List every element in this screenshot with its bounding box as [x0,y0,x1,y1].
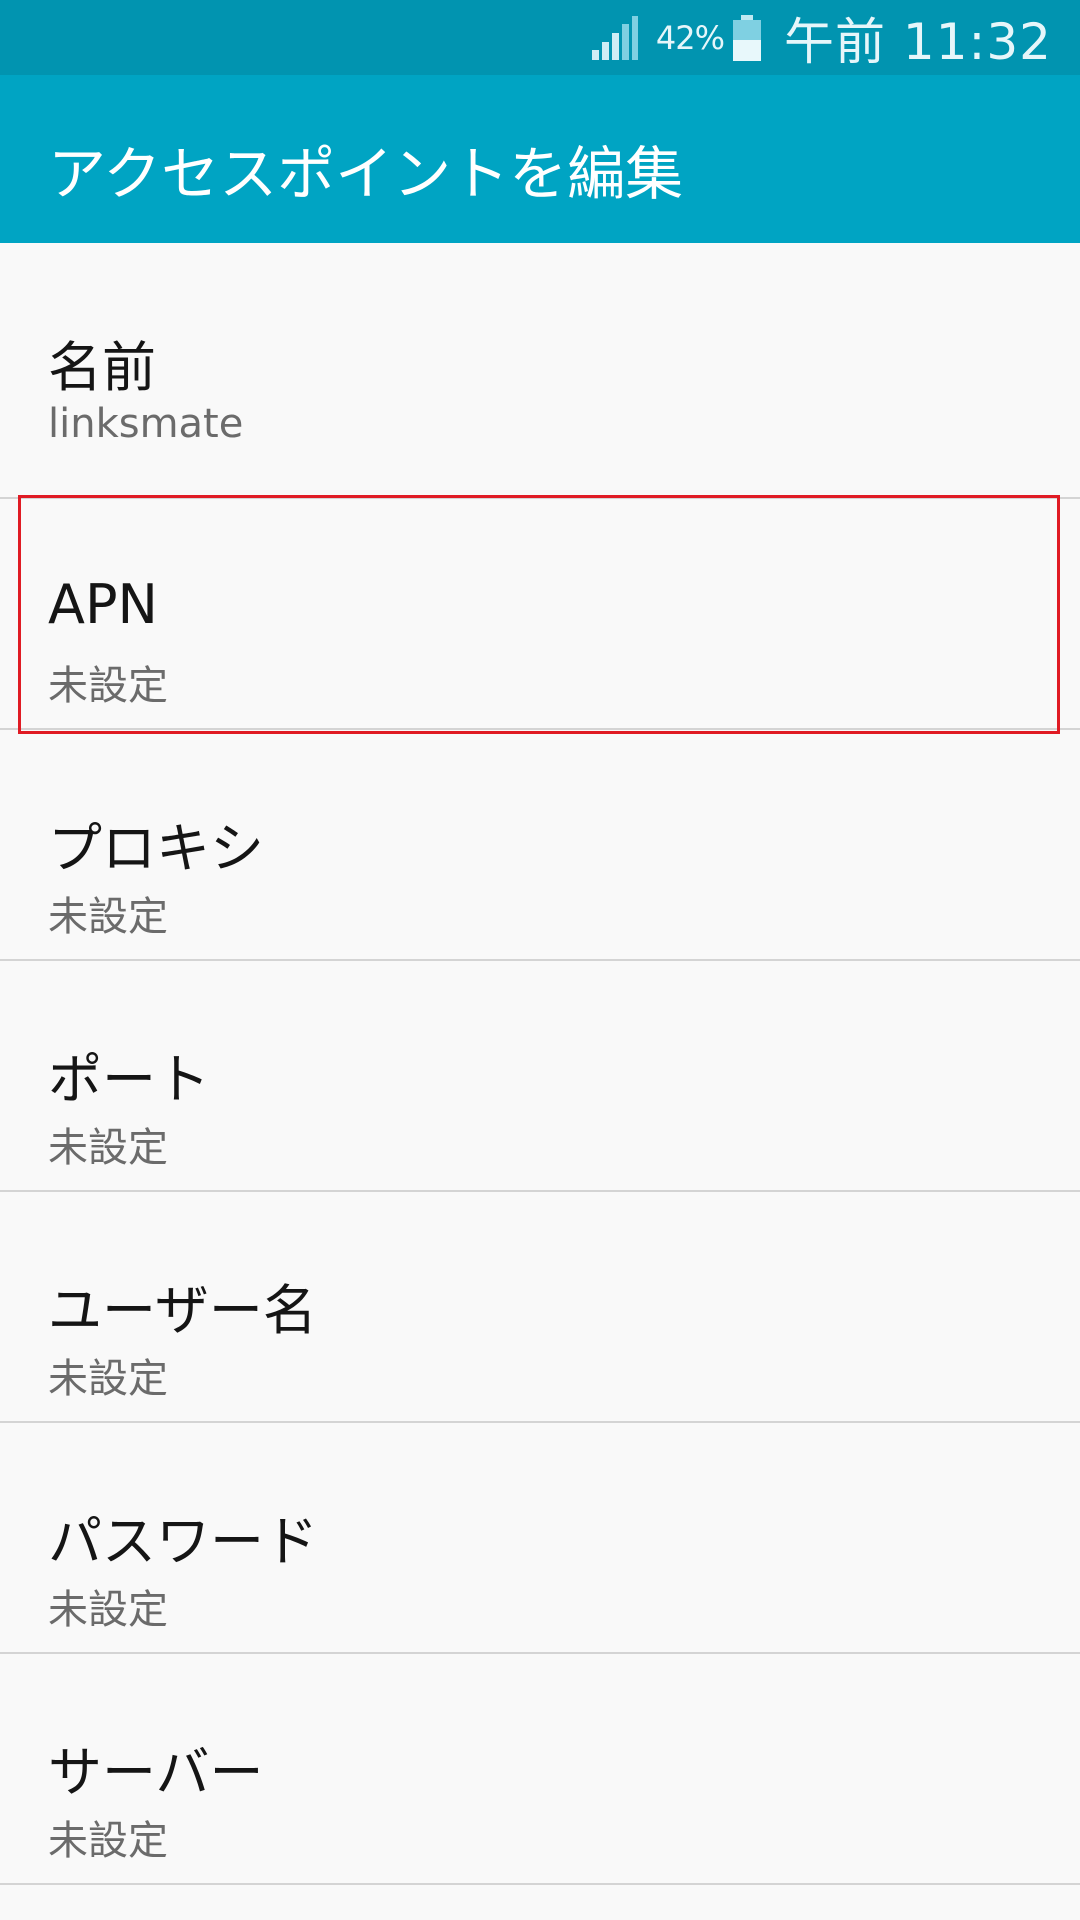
setting-password[interactable]: パスワード 未設定 [0,1423,1080,1654]
setting-title: プロキシ [48,817,264,880]
status-indicators: 42% 午前 11:32 [590,0,1052,75]
setting-title: ユーザー名 [48,1279,317,1342]
setting-name[interactable]: 名前 linksmate [0,243,1080,499]
screen: 42% 午前 11:32 アクセスポイントを編集 名前 linksmate AP… [0,0,1080,1920]
setting-title: APN [48,573,158,636]
setting-value: 未設定 [48,1125,168,1171]
battery-percent: 42% [655,18,725,57]
setting-title: 名前 [48,336,156,399]
setting-port[interactable]: ポート 未設定 [0,961,1080,1192]
setting-title: ポート [48,1048,210,1111]
setting-apn[interactable]: APN 未設定 [0,499,1080,730]
setting-value: 未設定 [48,1356,168,1402]
setting-title: サーバー [48,1741,264,1804]
setting-value: 未設定 [48,663,168,709]
setting-title: パスワード [48,1510,318,1573]
setting-value: linksmate [48,401,244,447]
page-title: アクセスポイントを編集 [48,140,684,208]
apn-settings-list: 名前 linksmate APN 未設定 プロキシ 未設定 ポート 未設定 ユー… [0,243,1080,1885]
status-bar: 42% 午前 11:32 [0,0,1080,75]
clock: 午前 11:32 [784,12,1052,71]
setting-value: 未設定 [48,1587,168,1633]
setting-server[interactable]: サーバー 未設定 [0,1654,1080,1885]
setting-proxy[interactable]: プロキシ 未設定 [0,730,1080,961]
setting-value: 未設定 [48,894,168,940]
battery-icon [733,14,761,61]
setting-username[interactable]: ユーザー名 未設定 [0,1192,1080,1423]
app-bar: アクセスポイントを編集 [0,75,1080,243]
setting-value: 未設定 [48,1818,168,1864]
cell-signal-icon [591,15,638,60]
